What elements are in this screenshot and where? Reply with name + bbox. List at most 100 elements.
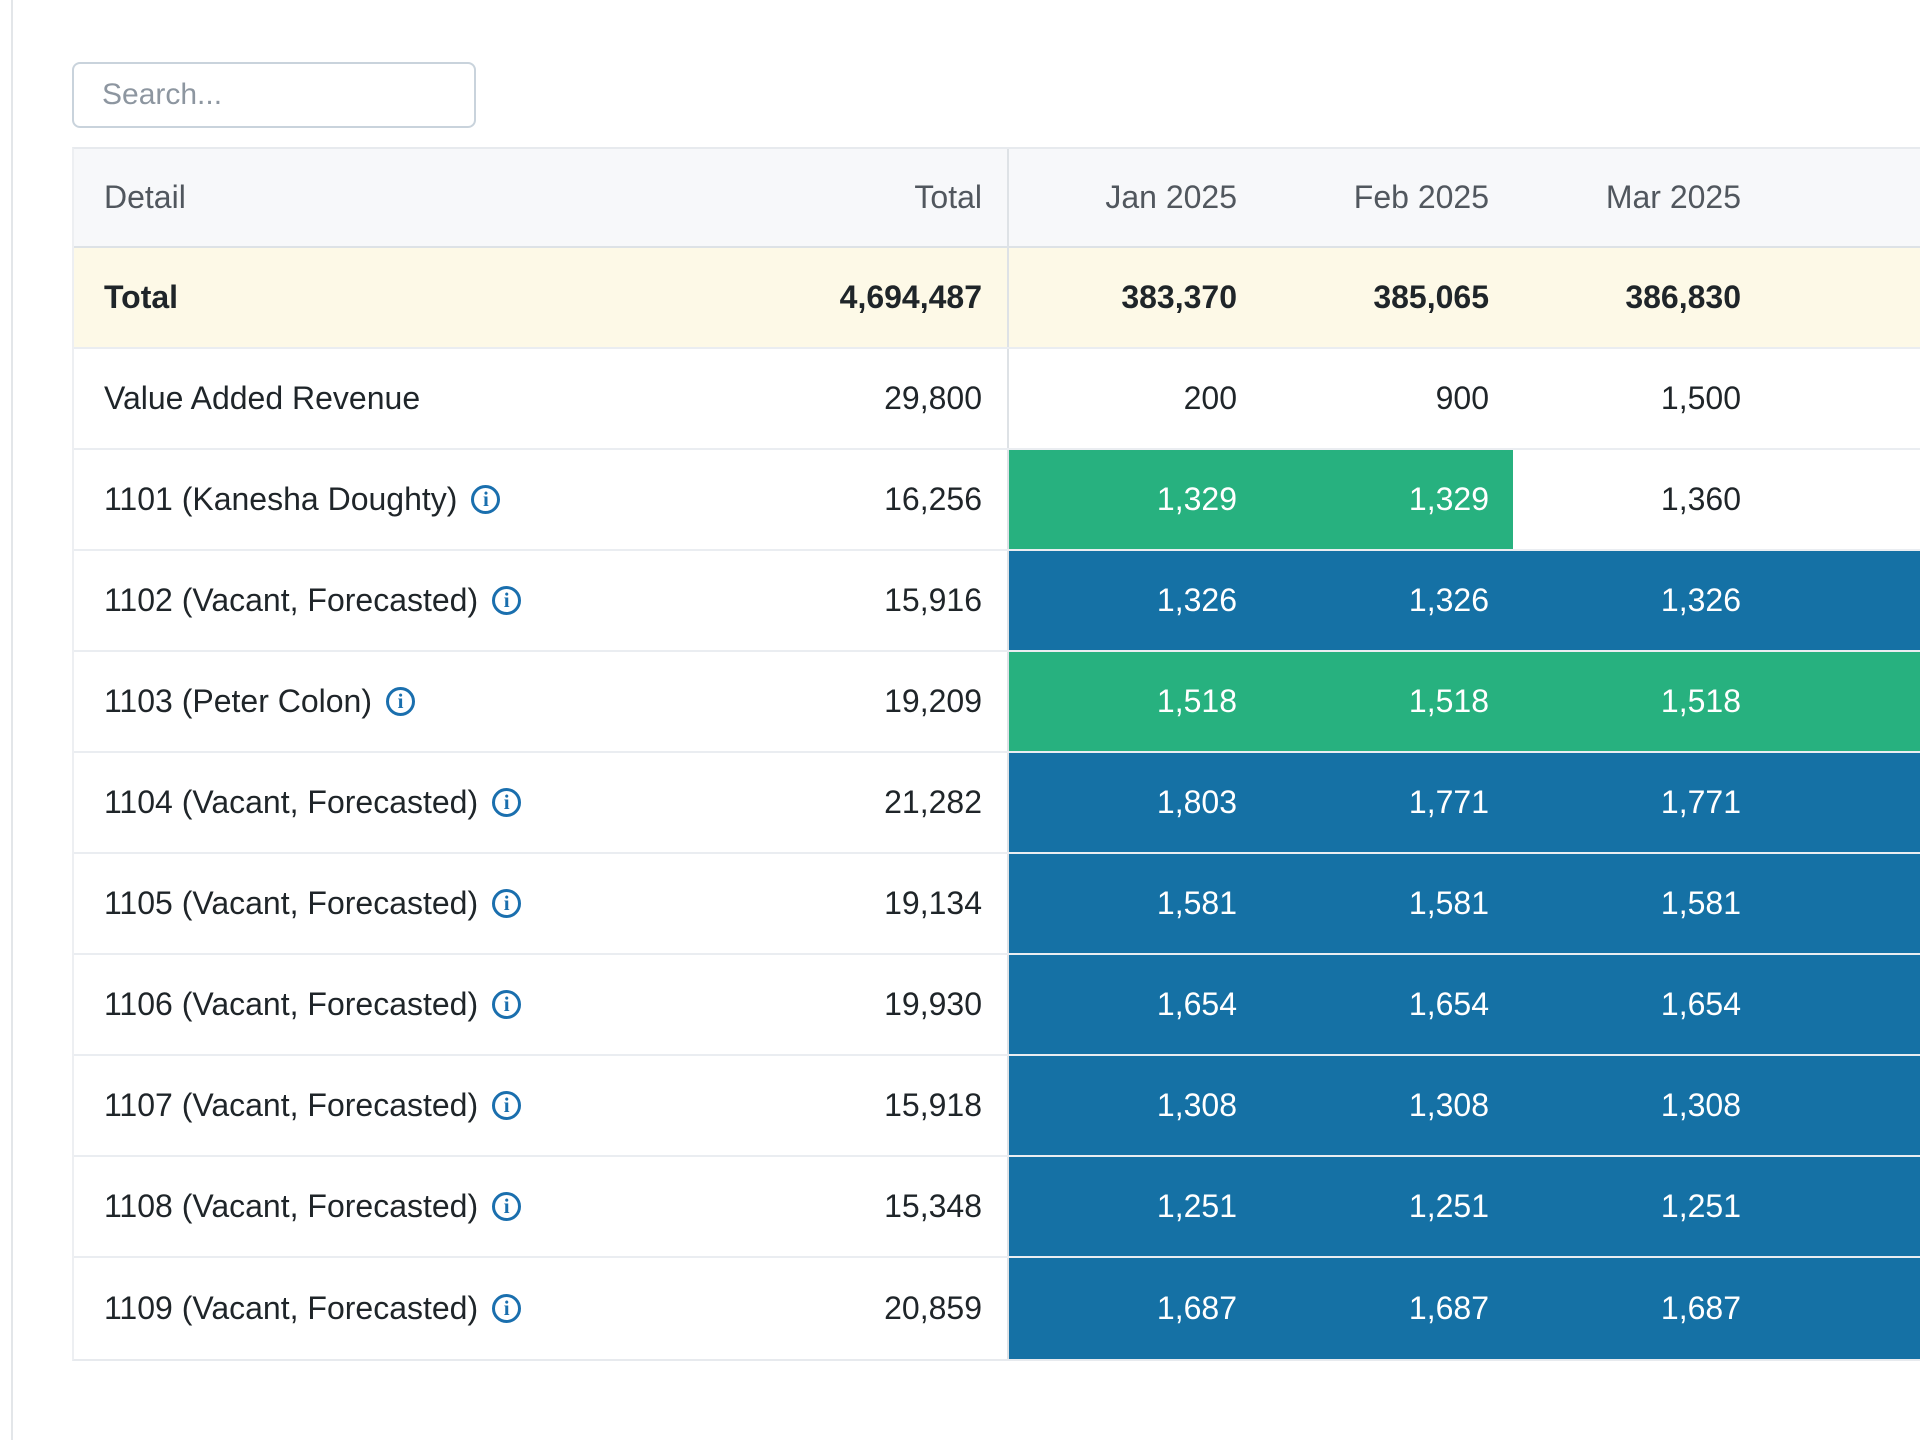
month-cell-value: 1,518	[1661, 683, 1741, 720]
month-cell-value: 1,500	[1661, 380, 1741, 417]
month-cell[interactable]: 1,687	[1009, 1258, 1261, 1359]
table-row: 1106 (Vacant, Forecasted)i19,9301,6541,6…	[74, 955, 1920, 1056]
month-cell-overflow	[1765, 1258, 1920, 1359]
table-row: 1107 (Vacant, Forecasted)i15,918 1,308 1,3…	[74, 1056, 1920, 1157]
month-cell[interactable]: 1,654	[1513, 955, 1765, 1054]
month-cell-value: 1,687	[1157, 1290, 1237, 1327]
row-total-value: 4,694,487	[840, 279, 982, 316]
month-cell-value: 1,251	[1409, 1188, 1489, 1225]
month-cell: 900	[1261, 349, 1513, 448]
month-cell-value: 1,251	[1157, 1188, 1237, 1225]
month-cell-value: 1,581	[1157, 885, 1237, 922]
month-cell[interactable]: 1,326	[1261, 551, 1513, 650]
month-cell[interactable]: 1,654	[1261, 955, 1513, 1054]
row-month-cells: 2009001,500	[1009, 349, 1920, 448]
month-cell-value: 1,518	[1409, 683, 1489, 720]
month-cell[interactable]: 1,581	[1261, 854, 1513, 953]
table-row: 1109 (Vacant, Forecasted)i20,8591,6871,6…	[74, 1258, 1920, 1359]
month-cell[interactable]: 1,251	[1513, 1157, 1765, 1256]
month-cell-value: 900	[1436, 380, 1489, 417]
info-icon[interactable]: i	[386, 687, 415, 716]
month-cell[interactable]: 1,771	[1261, 753, 1513, 852]
month-cell-overflow	[1765, 1157, 1920, 1256]
month-cell-value: 1,326	[1409, 582, 1489, 619]
info-icon[interactable]: i	[492, 586, 521, 615]
info-icon[interactable]: i	[471, 485, 500, 514]
month-cell-value: 1,326	[1157, 582, 1237, 619]
month-cell-value: 1,771	[1661, 784, 1741, 821]
month-cell[interactable]: 1,771	[1513, 753, 1765, 852]
content-area: Detail Total Jan 2025 Feb 2025 Mar 2025 …	[72, 0, 1920, 1361]
month-cell[interactable]: 1,518	[1009, 652, 1261, 751]
row-month-cells: 1,654 1,654 1,654	[1009, 955, 1920, 1054]
month-cell-value: 1,308	[1157, 1087, 1237, 1124]
month-cell[interactable]: 1,326	[1009, 551, 1261, 650]
month-cell-value: 1,308	[1409, 1087, 1489, 1124]
row-month-cells: 1,687 1,687 1,687	[1009, 1258, 1920, 1359]
month-cell[interactable]: 1,251	[1261, 1157, 1513, 1256]
month-cell[interactable]: 1,518	[1513, 652, 1765, 751]
info-icon[interactable]: i	[492, 889, 521, 918]
search-input[interactable]	[72, 62, 476, 128]
month-cell[interactable]: 1,518	[1261, 652, 1513, 751]
row-label: 1101 (Kanesha Doughty)	[104, 481, 457, 518]
month-cell-overflow	[1765, 652, 1920, 751]
row-detail-cell: 1107 (Vacant, Forecasted)i15,918	[74, 1056, 1009, 1155]
month-cell[interactable]: 1,326	[1513, 551, 1765, 650]
row-label: 1104 (Vacant, Forecasted)	[104, 784, 478, 821]
month-cell-value: 1,687	[1409, 1290, 1489, 1327]
row-month-cells: 1,326 1,326 1,326	[1009, 551, 1920, 650]
info-icon[interactable]: i	[492, 1192, 521, 1221]
info-icon[interactable]: i	[492, 1294, 521, 1323]
row-month-cells: 1,251 1,251 1,251	[1009, 1157, 1920, 1256]
row-total-value: 20,859	[884, 1290, 982, 1327]
row-label: 1108 (Vacant, Forecasted)	[104, 1188, 478, 1225]
month-cell[interactable]: 1,360	[1513, 450, 1765, 549]
row-label: 1106 (Vacant, Forecasted)	[104, 986, 478, 1023]
row-month-cells: 383,370385,065386,830	[1009, 248, 1920, 347]
month-cell: 385,065	[1261, 248, 1513, 347]
month-cell-value: 1,251	[1661, 1188, 1741, 1225]
month-cell[interactable]: 1,687	[1513, 1258, 1765, 1359]
table-header-row: Detail Total Jan 2025 Feb 2025 Mar 2025	[74, 149, 1920, 248]
month-cell-value: 386,830	[1625, 279, 1741, 316]
info-icon[interactable]: i	[492, 990, 521, 1019]
month-cell[interactable]: 1,654	[1009, 955, 1261, 1054]
row-month-cells: 1,329 1,329 1,360	[1009, 450, 1920, 549]
month-cell-value: 1,326	[1661, 582, 1741, 619]
table-row: Total4,694,487383,370385,065386,830	[74, 248, 1920, 349]
month-cell[interactable]: 1,329	[1009, 450, 1261, 549]
row-detail-cell: Total 4,694,487	[74, 248, 1009, 347]
row-month-cells: 1,518 1,518 1,518	[1009, 652, 1920, 751]
row-label: 1105 (Vacant, Forecasted)	[104, 885, 478, 922]
month-cell[interactable]: 1,581	[1513, 854, 1765, 953]
month-cell-overflow	[1765, 349, 1920, 448]
month-cell[interactable]: 1,329	[1261, 450, 1513, 549]
table-row: 1103 (Peter Colon)i19,2091,5181,5181,518	[74, 652, 1920, 753]
month-cell[interactable]: 1,308	[1261, 1056, 1513, 1155]
month-cell[interactable]: 1,687	[1261, 1258, 1513, 1359]
row-total-value: 19,209	[884, 683, 982, 720]
month-column-header-mar: Mar 2025	[1513, 149, 1765, 246]
info-icon[interactable]: i	[492, 1091, 521, 1120]
row-total-value: 19,134	[884, 885, 982, 922]
row-label: 1102 (Vacant, Forecasted)	[104, 582, 478, 619]
month-cell-value: 1,654	[1661, 986, 1741, 1023]
month-cell[interactable]: 1,251	[1009, 1157, 1261, 1256]
month-cell[interactable]: 1,803	[1009, 753, 1261, 852]
info-icon[interactable]: i	[492, 788, 521, 817]
month-cell[interactable]: 1,308	[1009, 1056, 1261, 1155]
month-cell-value: 1,518	[1157, 683, 1237, 720]
month-cell-overflow	[1765, 955, 1920, 1054]
month-cell-value: 1,360	[1661, 481, 1741, 518]
table-row: 1105 (Vacant, Forecasted) i 19,134 1,581 1,5…	[74, 854, 1920, 955]
month-cell[interactable]: 1,581	[1009, 854, 1261, 953]
month-cell-value: 1,329	[1409, 481, 1489, 518]
month-cell-value: 1,581	[1409, 885, 1489, 922]
month-column-header-jan: Jan 2025	[1009, 149, 1261, 246]
month-cell: 386,830	[1513, 248, 1765, 347]
row-detail-cell: 1109 (Vacant, Forecasted)i20,859	[74, 1258, 1009, 1359]
row-label: Total	[104, 279, 178, 316]
month-cell[interactable]: 1,308	[1513, 1056, 1765, 1155]
month-cell-value: 1,654	[1157, 986, 1237, 1023]
